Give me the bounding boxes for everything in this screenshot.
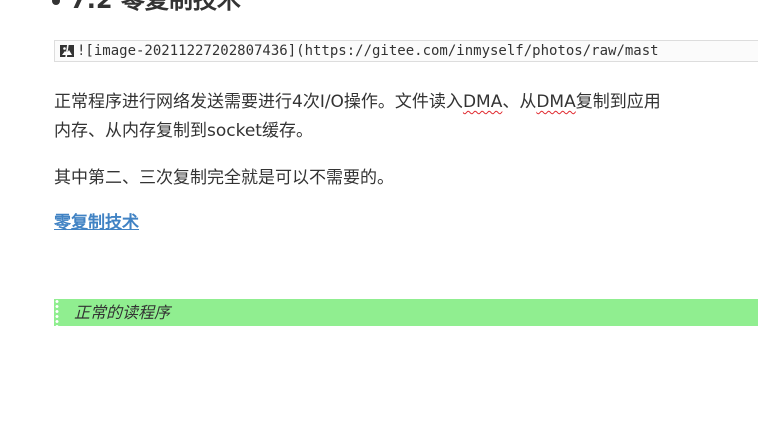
section-heading: 7.2 零复制技术 bbox=[52, 0, 241, 14]
spellcheck-word: DMA bbox=[536, 92, 576, 112]
paragraph-io-line1: 正常程序进行网络发送需要进行4次I/O操作。文件读入DMA、从DMA复制到应用 bbox=[54, 88, 661, 116]
code-line-text: 正常的读程序 bbox=[74, 303, 171, 322]
image-markdown-source[interactable]: ![image-20211227202807436](https://gitee… bbox=[54, 40, 758, 62]
heading-bullet bbox=[52, 0, 60, 5]
paragraph-text: 复制到应用 bbox=[575, 92, 661, 112]
section-heading-text: 7.2 零复制技术 bbox=[70, 0, 241, 14]
image-markdown-text: ![image-20211227202807436](https://gitee… bbox=[77, 43, 659, 59]
paragraph-copy-note: 其中第二、三次复制完全就是可以不需要的。 bbox=[54, 168, 394, 188]
code-gutter bbox=[54, 299, 60, 326]
paragraph-text: 、从 bbox=[502, 92, 537, 112]
paragraph-io-line2: 内存、从内存复制到socket缓存。 bbox=[54, 121, 313, 141]
spellcheck-word: DMA bbox=[462, 92, 503, 112]
zero-copy-link[interactable]: 零复制技术 bbox=[54, 209, 139, 237]
paragraph-text: 正常程序进行网络发送需要进行4次I/O操作。文件读入 bbox=[54, 92, 463, 112]
broken-image-icon bbox=[59, 43, 75, 59]
code-block-line[interactable]: 正常的读程序 bbox=[54, 299, 758, 326]
